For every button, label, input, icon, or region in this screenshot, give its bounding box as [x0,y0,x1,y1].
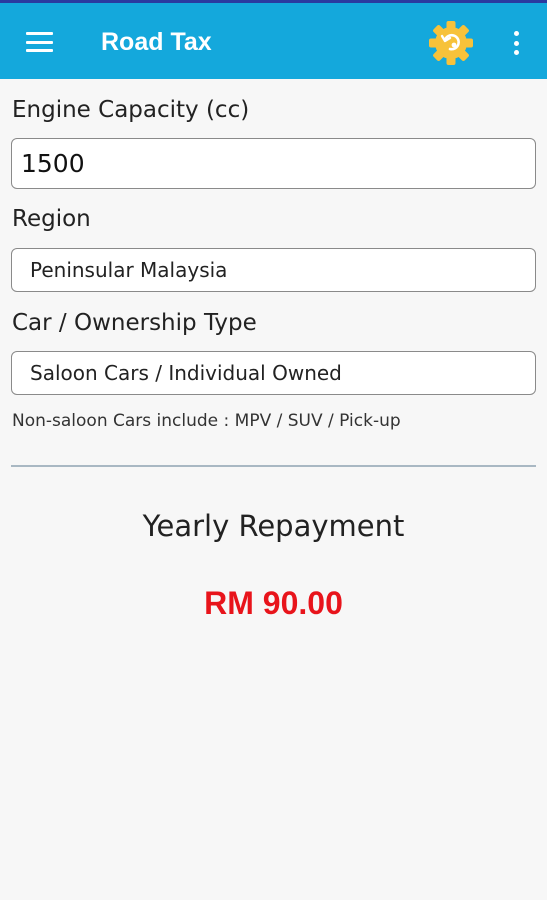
more-vertical-icon[interactable] [510,31,522,55]
non-saloon-note: Non-saloon Cars include : MPV / SUV / Pi… [12,411,401,431]
engine-capacity-input[interactable] [12,149,535,178]
ownership-type-select[interactable]: Saloon Cars / Individual Owned [11,351,536,395]
ownership-type-label: Car / Ownership Type [12,310,257,336]
yearly-repayment-value: RM 90.00 [204,585,343,621]
page-title: Road Tax [101,28,212,56]
engine-capacity-field[interactable] [11,138,536,189]
divider [11,465,536,467]
app-bar: Road Tax [0,3,547,79]
region-selected-value: Peninsular Malaysia [30,258,228,282]
engine-capacity-label: Engine Capacity (cc) [12,97,250,123]
hamburger-menu-icon[interactable] [26,32,53,52]
yearly-repayment-label: Yearly Repayment [142,509,405,543]
gear-icon[interactable] [428,20,474,66]
ownership-type-selected-value: Saloon Cars / Individual Owned [30,361,342,385]
region-label: Region [12,206,91,232]
region-select[interactable]: Peninsular Malaysia [11,248,536,292]
